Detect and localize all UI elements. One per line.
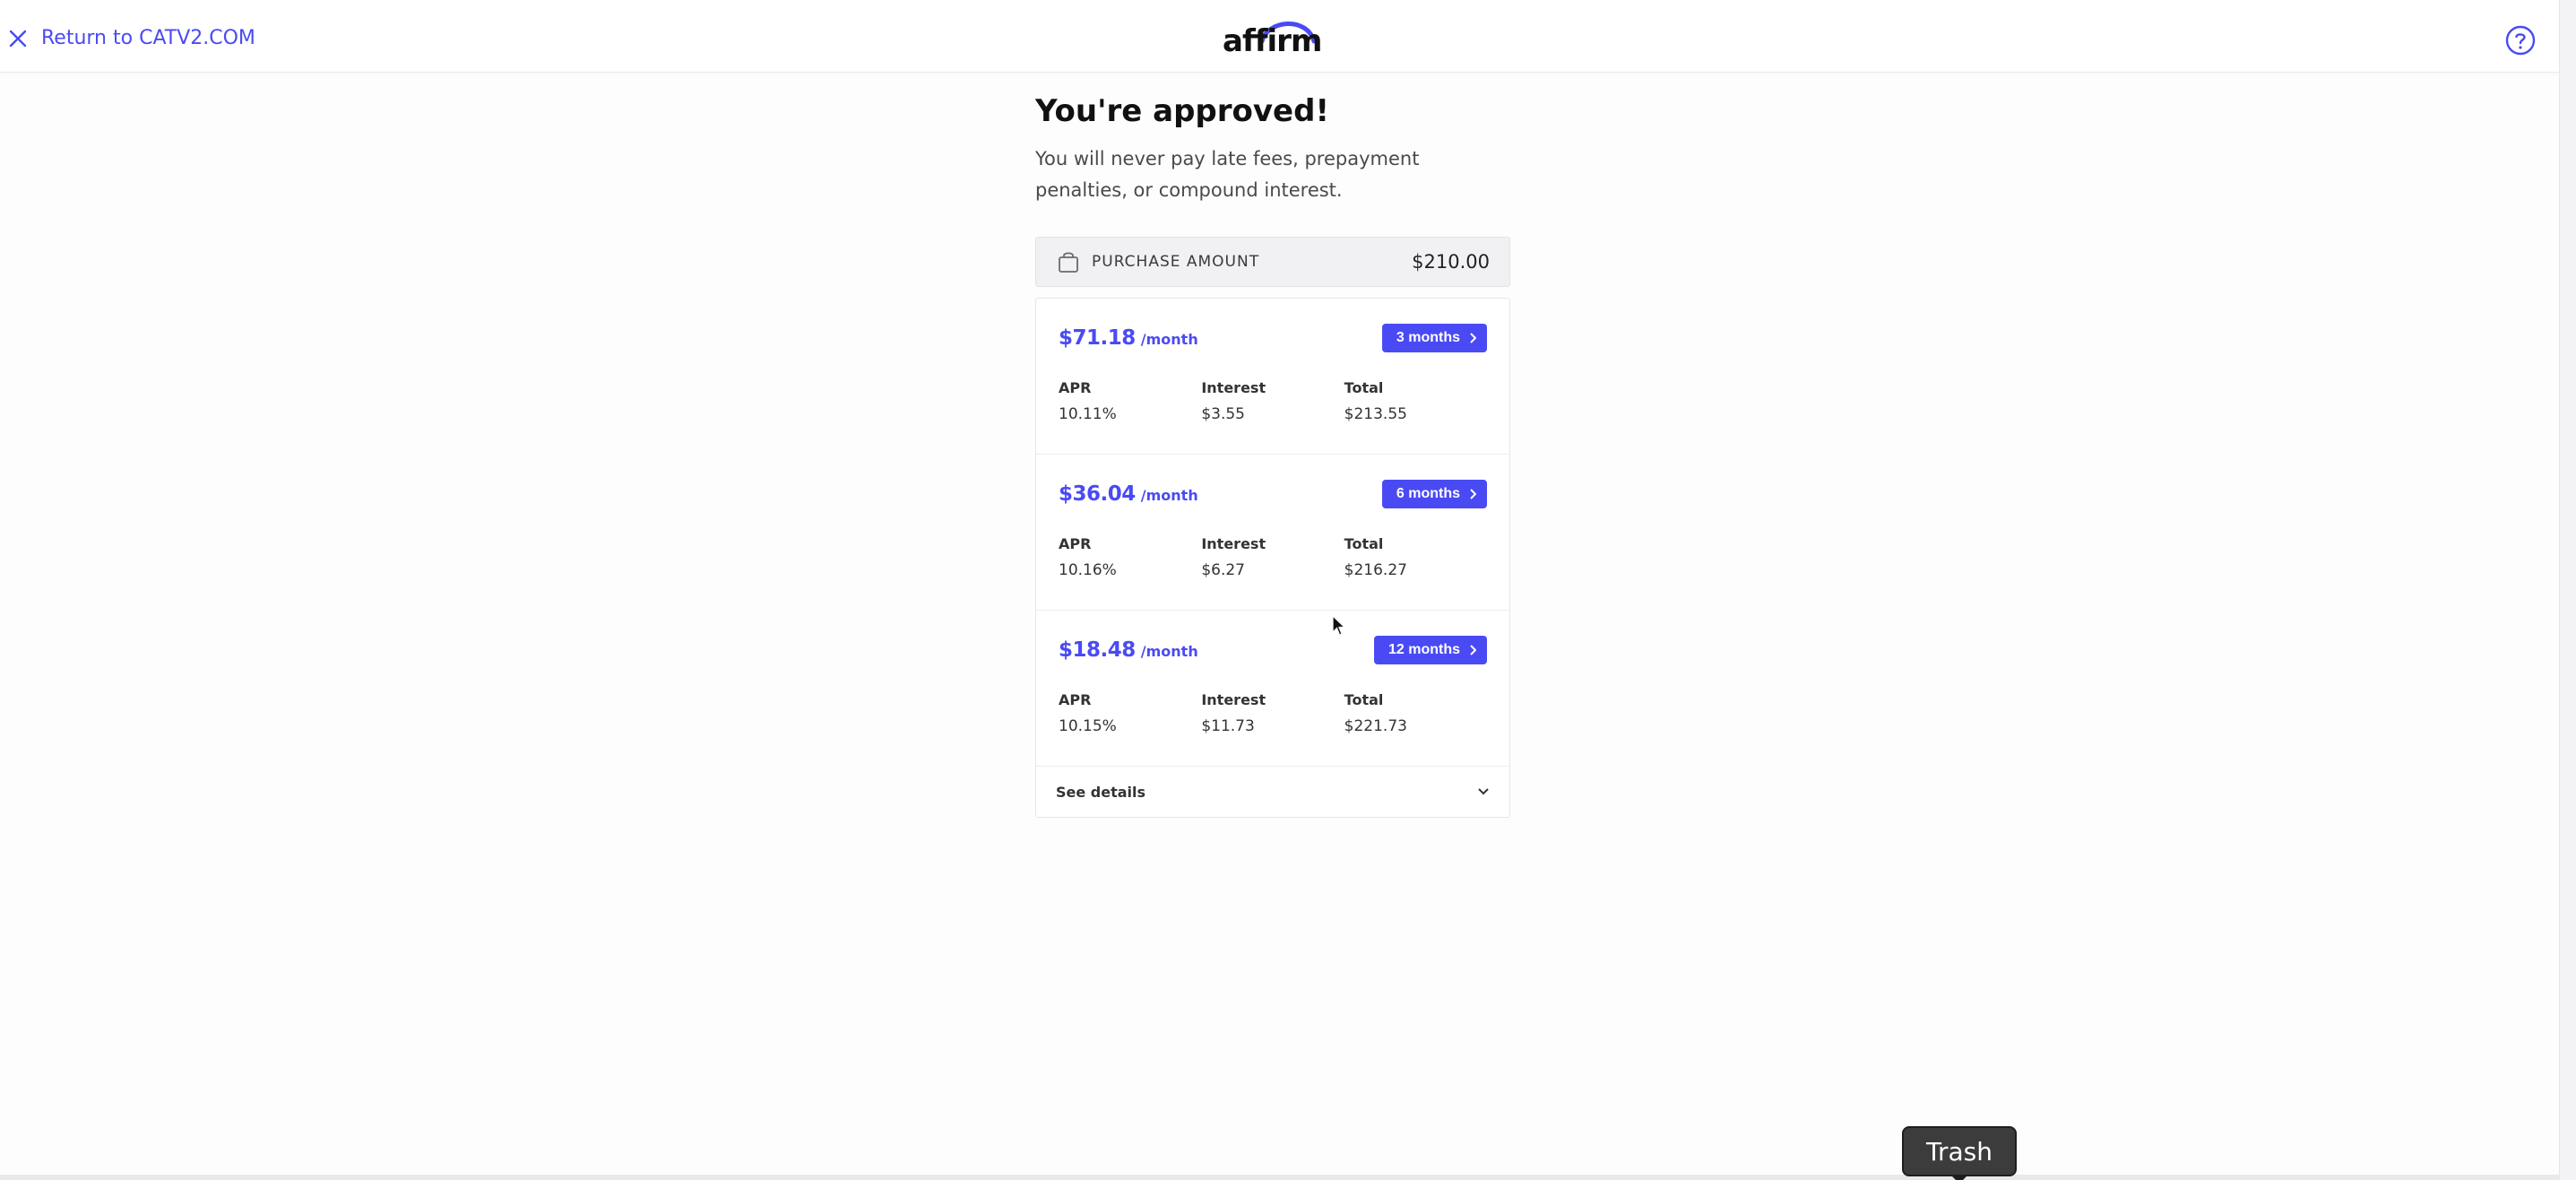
vertical-scrollbar[interactable] <box>2559 0 2576 1180</box>
return-link[interactable]: Return to CATV2.COM <box>9 27 255 49</box>
affirm-logo: affirm <box>1223 14 1322 59</box>
top-bar: Return to CATV2.COM affirm <box>0 0 2560 73</box>
close-icon[interactable] <box>9 30 27 48</box>
interest-label: Interest <box>1201 535 1266 552</box>
plan-per-month: /month <box>1140 487 1198 504</box>
interest-value: $11.73 <box>1201 717 1255 735</box>
interest-label: Interest <box>1201 379 1266 396</box>
apr-label: APR <box>1059 691 1092 708</box>
plan-monthly-price: $18.48 <box>1059 638 1136 662</box>
page-title: You're approved! <box>1035 93 1329 129</box>
see-details-toggle[interactable]: See details <box>1036 767 1509 817</box>
logo-text: affirm <box>1223 23 1322 59</box>
return-link-label[interactable]: Return to CATV2.COM <box>41 27 255 49</box>
interest-label: Interest <box>1201 691 1266 708</box>
page-subtitle: You will never pay late fees, prepayment… <box>1035 148 1420 201</box>
apr-value: 10.15% <box>1059 717 1117 735</box>
dock-edge <box>0 1175 2560 1180</box>
purchase-amount-value: $210.00 <box>1412 251 1490 273</box>
plan-option-6-months[interactable]: $36.04/month 6 months APR 10.16% Interes… <box>1036 455 1509 611</box>
term-button-6-months[interactable]: 6 months <box>1381 480 1487 508</box>
apr-label: APR <box>1059 379 1092 396</box>
term-button-3-months[interactable]: 3 months <box>1381 324 1487 352</box>
plan-option-3-months[interactable]: $71.18/month 3 months APR 10.11% Interes… <box>1036 299 1509 455</box>
total-value: $221.73 <box>1344 717 1407 735</box>
total-label: Total <box>1344 535 1384 552</box>
dock-tooltip-label: Trash <box>1926 1136 1993 1167</box>
approval-panel: You're approved! You will never pay late… <box>1035 93 1510 818</box>
total-value: $216.27 <box>1344 561 1407 579</box>
interest-value: $6.27 <box>1201 561 1245 579</box>
purchase-amount-label: PURCHASE AMOUNT <box>1092 253 1260 271</box>
chevron-right-icon <box>1470 333 1476 343</box>
total-value: $213.55 <box>1344 405 1407 423</box>
interest-value: $3.55 <box>1201 405 1245 423</box>
total-label: Total <box>1344 691 1384 708</box>
shopping-bag-icon <box>1058 250 1079 273</box>
term-label: 3 months <box>1396 330 1460 345</box>
payment-plans-list: $71.18/month 3 months APR 10.11% Interes… <box>1035 298 1510 818</box>
apr-value: 10.16% <box>1059 561 1117 579</box>
plan-monthly-price: $36.04 <box>1059 482 1136 506</box>
page: Return to CATV2.COM affirm You're approv… <box>0 0 2576 1180</box>
term-label: 6 months <box>1396 486 1460 501</box>
plan-per-month: /month <box>1140 331 1198 348</box>
plan-option-12-months[interactable]: $18.48/month 12 months APR 10.15% Intere… <box>1036 611 1509 767</box>
apr-value: 10.11% <box>1059 405 1117 423</box>
see-details-label: See details <box>1056 783 1146 801</box>
dock-tooltip: Trash <box>1902 1126 2017 1180</box>
chevron-right-icon <box>1470 645 1476 655</box>
mouse-cursor-icon <box>1332 614 1346 640</box>
chevron-right-icon <box>1470 489 1476 499</box>
term-label: 12 months <box>1387 642 1460 657</box>
purchase-amount-bar: PURCHASE AMOUNT $210.00 <box>1035 237 1510 287</box>
plan-monthly-price: $71.18 <box>1059 326 1136 350</box>
apr-label: APR <box>1059 535 1092 552</box>
total-label: Total <box>1344 379 1384 396</box>
question-circle-icon[interactable] <box>2505 25 2536 59</box>
term-button-12-months[interactable]: 12 months <box>1373 636 1487 664</box>
plan-per-month: /month <box>1140 643 1198 660</box>
chevron-down-icon <box>1478 788 1489 795</box>
